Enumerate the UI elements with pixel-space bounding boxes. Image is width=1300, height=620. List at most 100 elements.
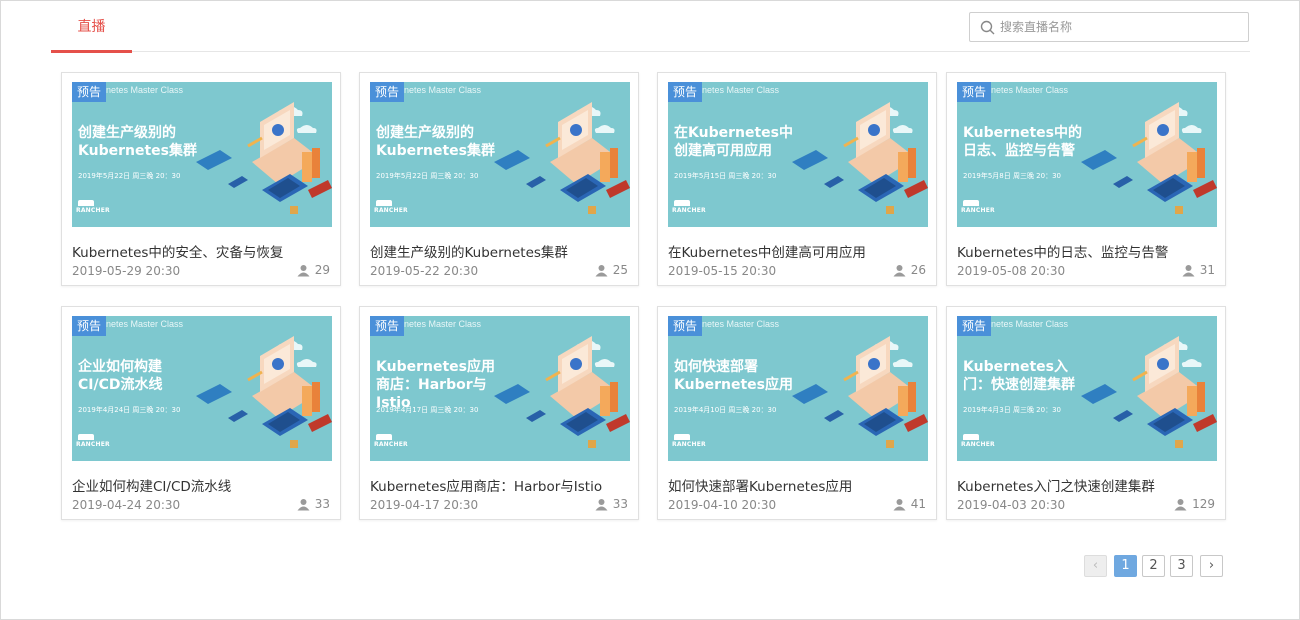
next-page-button[interactable]: ›	[1200, 555, 1223, 577]
laptop-illustration-icon	[196, 336, 332, 448]
rancher-logo: RANCHER	[961, 200, 995, 214]
card-date: 2019-04-24 20:30	[72, 498, 181, 512]
live-card-6[interactable]: 预告 netes Master Class Kubernetes应用商店：Har…	[359, 306, 639, 520]
card-thumbnail[interactable]: 预告 netes Master Class 创建生产级别的Kubernetes集…	[72, 82, 332, 227]
view-count-value: 26	[910, 263, 926, 277]
live-panel: 直播 预告 netes Master Class 创建生产级别的Kubernet…	[0, 0, 1300, 620]
series-label: netes Master Class	[404, 85, 482, 95]
thumbnail-title: 创建生产级别的Kubernetes集群	[78, 125, 197, 159]
card-thumbnail[interactable]: 预告 netes Master Class 如何快速部署Kubernetes应用…	[668, 316, 928, 461]
preview-badge: 预告	[668, 82, 702, 102]
thumbnail-title: Kubernetes应用商店：Harbor与Istio	[376, 359, 495, 411]
card-date: 2019-05-22 20:30	[370, 264, 479, 278]
view-count: 33	[595, 497, 628, 511]
series-label: netes Master Class	[404, 319, 482, 329]
page-button-3[interactable]: 3	[1170, 555, 1193, 577]
user-icon	[595, 498, 608, 510]
search-icon	[980, 20, 995, 35]
laptop-illustration-icon	[792, 102, 928, 214]
pagination: ‹ 1 2 3 ›	[1084, 555, 1227, 577]
thumbnail-date: 2019年5月15日 周三晚 20：30	[674, 172, 777, 180]
card-title[interactable]: Kubernetes中的日志、监控与告警	[957, 241, 1217, 261]
rancher-logo: RANCHER	[76, 434, 110, 448]
card-thumbnail[interactable]: 预告 netes Master Class 企业如何构建CI/CD流水线 201…	[72, 316, 332, 461]
thumbnail-date: 2019年5月22日 周三晚 20：30	[78, 172, 181, 180]
thumbnail-date: 2019年5月8日 周三晚 20：30	[963, 172, 1061, 180]
series-label: netes Master Class	[991, 319, 1069, 329]
card-title[interactable]: 创建生产级别的Kubernetes集群	[370, 241, 630, 261]
view-count: 129	[1174, 497, 1215, 511]
preview-badge: 预告	[957, 82, 991, 102]
preview-badge: 预告	[957, 316, 991, 336]
rancher-logo: RANCHER	[374, 434, 408, 448]
series-label: netes Master Class	[702, 319, 780, 329]
prev-page-button[interactable]: ‹	[1084, 555, 1107, 577]
live-card-3[interactable]: 预告 netes Master Class 在Kubernetes中创建高可用应…	[657, 72, 937, 286]
preview-badge: 预告	[72, 82, 106, 102]
card-date: 2019-04-10 20:30	[668, 498, 777, 512]
search-input[interactable]	[1000, 16, 1240, 38]
view-count-value: 41	[910, 497, 926, 511]
series-label: netes Master Class	[106, 319, 184, 329]
thumbnail-title: 在Kubernetes中创建高可用应用	[674, 125, 793, 159]
laptop-illustration-icon	[1081, 102, 1217, 214]
card-date: 2019-05-29 20:30	[72, 264, 181, 278]
thumbnail-date: 2019年4月3日 周三晚 20：30	[963, 406, 1061, 414]
live-card-8[interactable]: 预告 netes Master Class Kubernetes入门：快速创建集…	[946, 306, 1226, 520]
card-title[interactable]: 如何快速部署Kubernetes应用	[668, 475, 928, 495]
card-date: 2019-05-08 20:30	[957, 264, 1066, 278]
rancher-logo: RANCHER	[76, 200, 110, 214]
card-date: 2019-05-15 20:30	[668, 264, 777, 278]
page-button-1[interactable]: 1	[1114, 555, 1137, 577]
card-date: 2019-04-03 20:30	[957, 498, 1066, 512]
card-date: 2019-04-17 20:30	[370, 498, 479, 512]
view-count: 29	[297, 263, 330, 277]
card-thumbnail[interactable]: 预告 netes Master Class Kubernetes中的日志、监控与…	[957, 82, 1217, 227]
preview-badge: 预告	[668, 316, 702, 336]
card-thumbnail[interactable]: 预告 netes Master Class 创建生产级别的Kubernetes集…	[370, 82, 630, 227]
laptop-illustration-icon	[196, 102, 332, 214]
tab-live[interactable]: 直播	[51, 1, 132, 53]
user-icon	[893, 498, 906, 510]
live-card-7[interactable]: 预告 netes Master Class 如何快速部署Kubernetes应用…	[657, 306, 937, 520]
card-title[interactable]: Kubernetes中的安全、灾备与恢复	[72, 241, 332, 261]
card-thumbnail[interactable]: 预告 netes Master Class 在Kubernetes中创建高可用应…	[668, 82, 928, 227]
laptop-illustration-icon	[1081, 336, 1217, 448]
live-card-5[interactable]: 预告 netes Master Class 企业如何构建CI/CD流水线 201…	[61, 306, 341, 520]
user-icon	[297, 498, 310, 510]
view-count-value: 129	[1192, 497, 1215, 511]
search-box[interactable]	[969, 12, 1249, 42]
user-icon	[1174, 498, 1187, 510]
card-title[interactable]: Kubernetes入门之快速创建集群	[957, 475, 1217, 495]
card-title[interactable]: 企业如何构建CI/CD流水线	[72, 475, 332, 495]
user-icon	[893, 264, 906, 276]
page-button-2[interactable]: 2	[1142, 555, 1165, 577]
thumbnail-date: 2019年4月17日 周三晚 20：30	[376, 406, 479, 414]
view-count: 41	[893, 497, 926, 511]
rancher-logo: RANCHER	[961, 434, 995, 448]
card-title[interactable]: 在Kubernetes中创建高可用应用	[668, 241, 928, 261]
thumbnail-title: 如何快速部署Kubernetes应用	[674, 359, 793, 393]
thumbnail-title: Kubernetes入门：快速创建集群	[963, 359, 1075, 393]
view-count: 31	[1182, 263, 1215, 277]
thumbnail-title: 创建生产级别的Kubernetes集群	[376, 125, 495, 159]
series-label: netes Master Class	[991, 85, 1069, 95]
user-icon	[595, 264, 608, 276]
card-thumbnail[interactable]: 预告 netes Master Class Kubernetes入门：快速创建集…	[957, 316, 1217, 461]
view-count-value: 31	[1199, 263, 1215, 277]
laptop-illustration-icon	[792, 336, 928, 448]
live-card-1[interactable]: 预告 netes Master Class 创建生产级别的Kubernetes集…	[61, 72, 341, 286]
card-title[interactable]: Kubernetes应用商店：Harbor与Istio	[370, 475, 630, 495]
preview-badge: 预告	[72, 316, 106, 336]
card-thumbnail[interactable]: 预告 netes Master Class Kubernetes应用商店：Har…	[370, 316, 630, 461]
live-card-4[interactable]: 预告 netes Master Class Kubernetes中的日志、监控与…	[946, 72, 1226, 286]
live-card-2[interactable]: 预告 netes Master Class 创建生产级别的Kubernetes集…	[359, 72, 639, 286]
preview-badge: 预告	[370, 82, 404, 102]
series-label: netes Master Class	[702, 85, 780, 95]
view-count: 33	[297, 497, 330, 511]
view-count: 25	[595, 263, 628, 277]
preview-badge: 预告	[370, 316, 404, 336]
laptop-illustration-icon	[494, 336, 630, 448]
laptop-illustration-icon	[494, 102, 630, 214]
thumbnail-date: 2019年5月22日 周三晚 20：30	[376, 172, 479, 180]
